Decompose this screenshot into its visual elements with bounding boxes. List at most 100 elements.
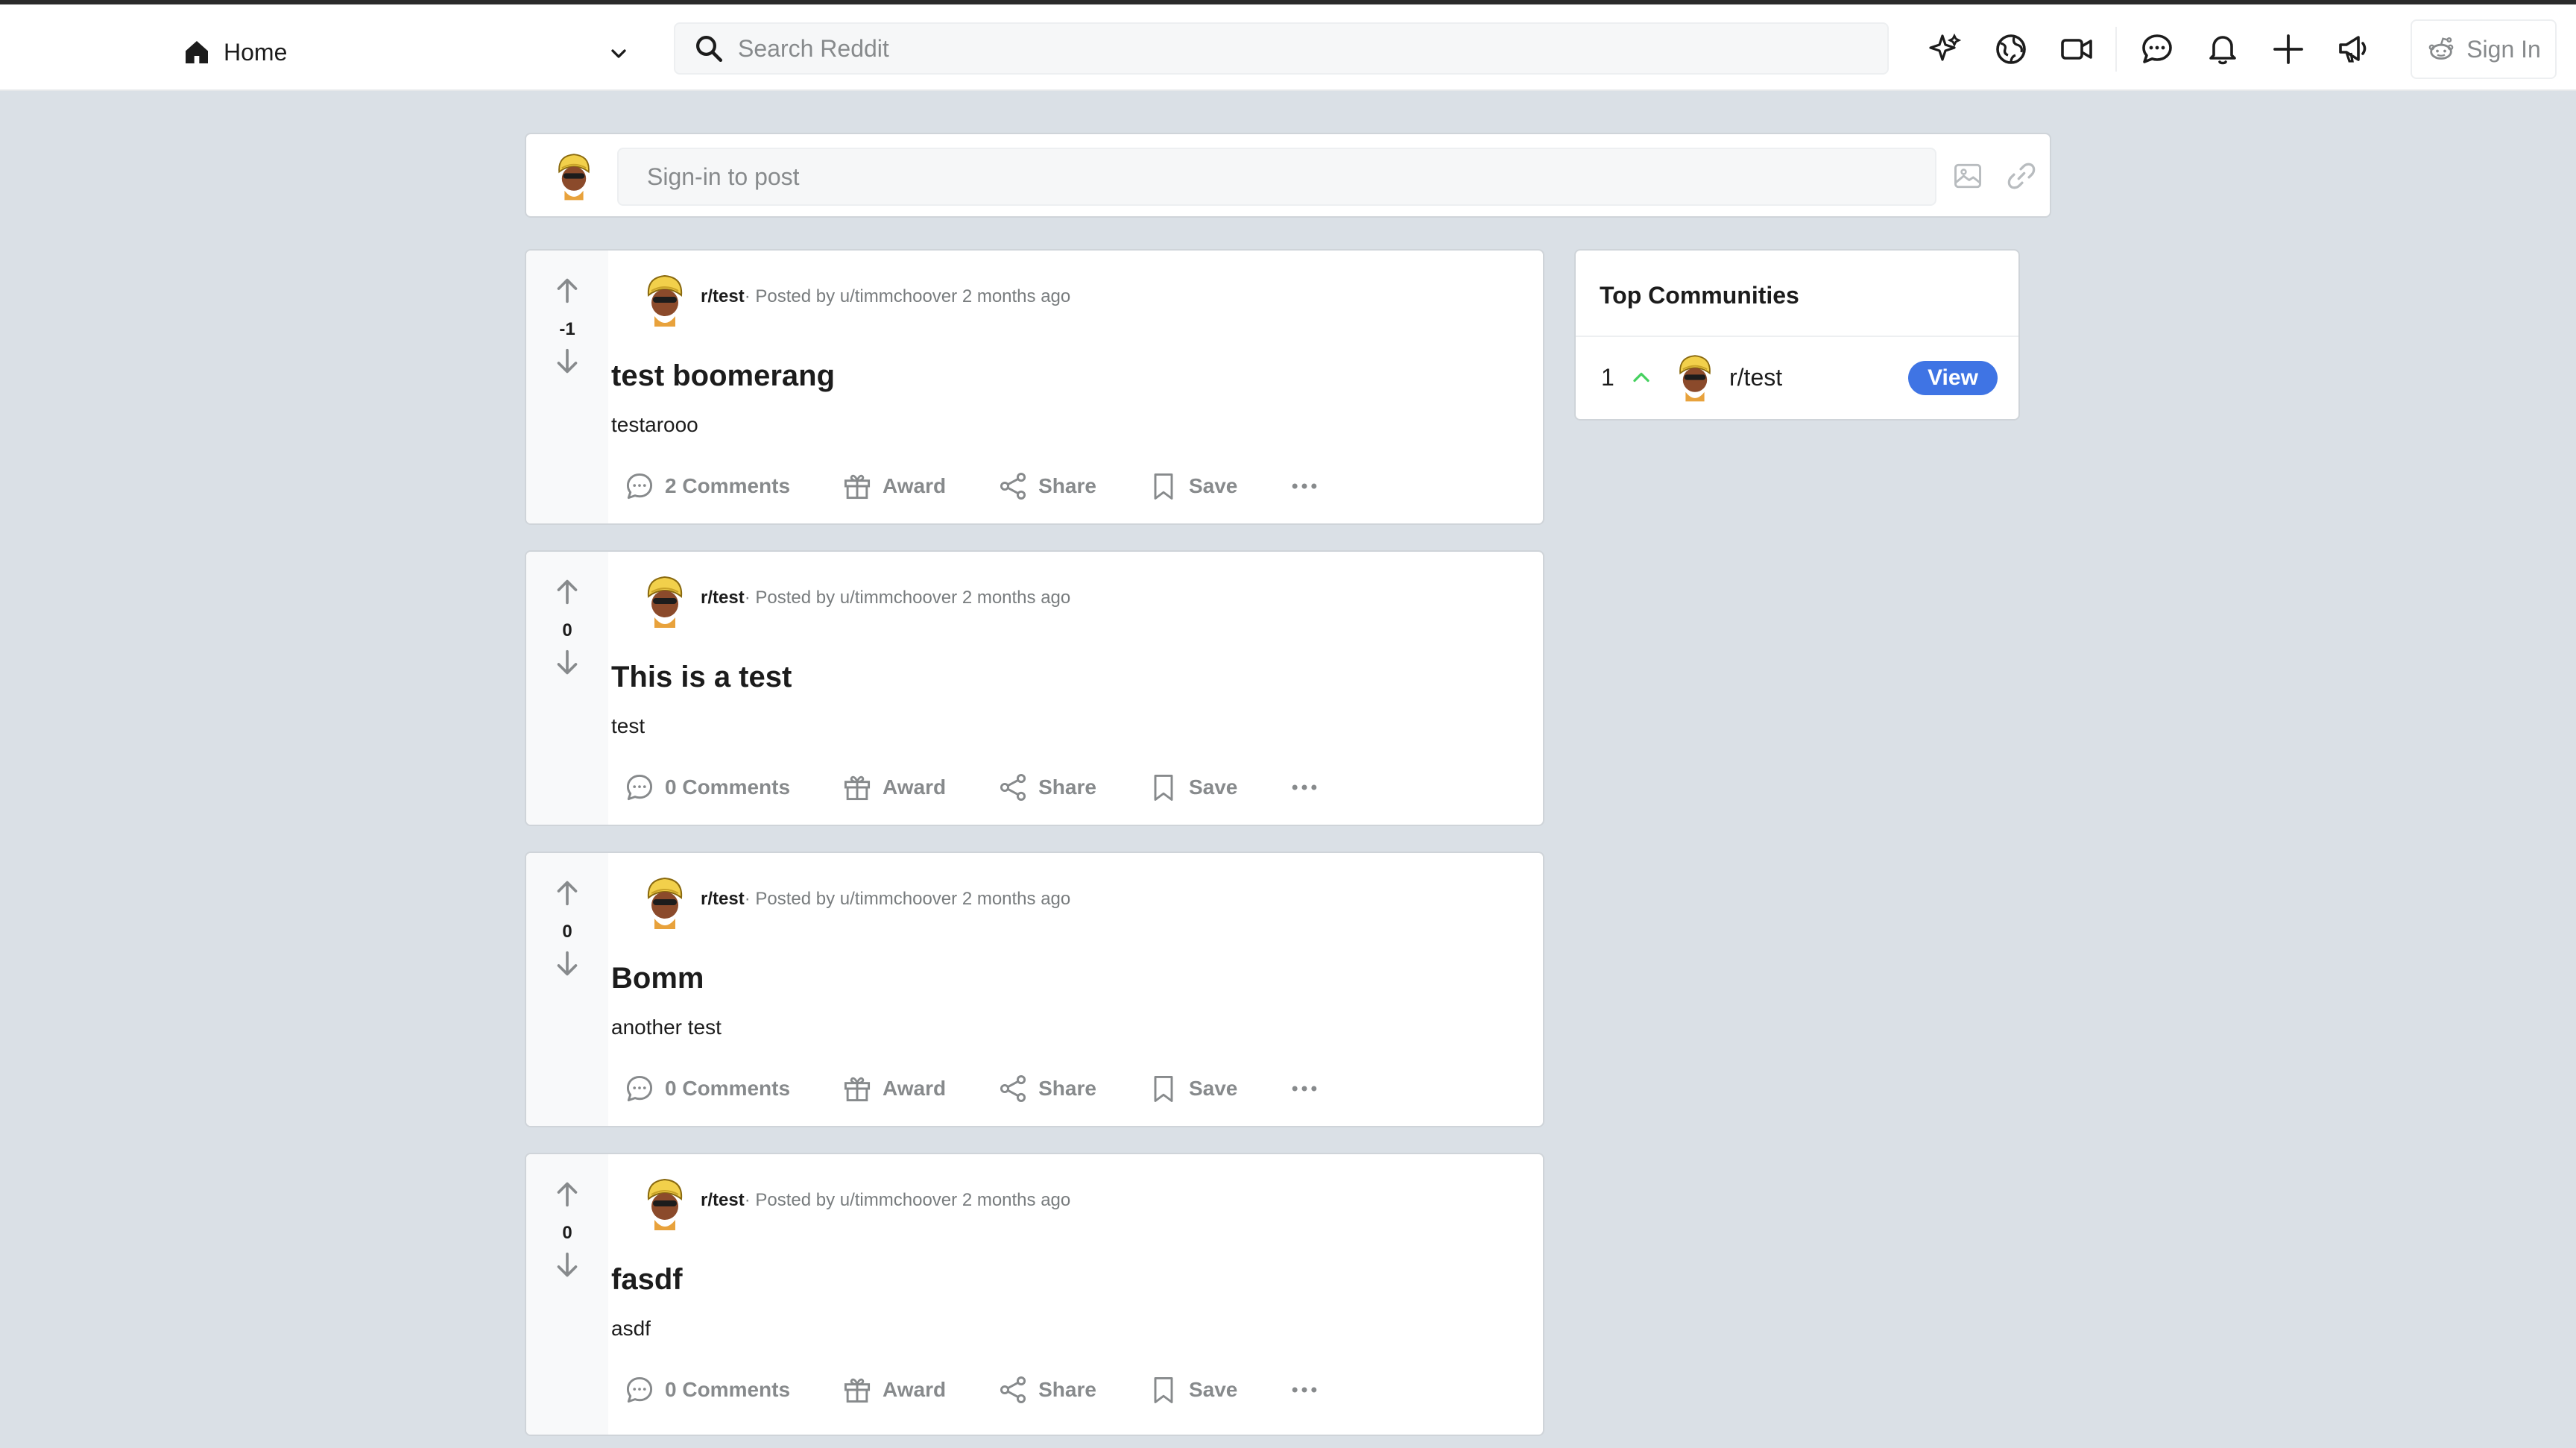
subreddit-link[interactable]: r/test: [701, 588, 745, 608]
post-card[interactable]: 0 r/test· Posted by u/timmchoover 2 mont…: [525, 550, 1544, 826]
save-button[interactable]: Save: [1147, 771, 1237, 804]
share-button[interactable]: Share: [997, 771, 1096, 804]
post-body: test: [611, 714, 645, 737]
author-link[interactable]: u/timmchoover: [840, 1190, 957, 1210]
community-name: r/test: [1729, 364, 1783, 391]
save-button[interactable]: Save: [1147, 470, 1237, 503]
more-options-button[interactable]: [1288, 1373, 1321, 1406]
downvote-arrow-icon[interactable]: [550, 947, 584, 981]
view-community-button[interactable]: View: [1908, 361, 1998, 395]
comments-button[interactable]: 0 Comments: [623, 1373, 790, 1406]
post-card[interactable]: -1 r/test· Posted by u/timmchoover 2 mon…: [525, 249, 1544, 525]
chevron-down-icon: [611, 49, 626, 58]
post-actions: 0 Comments Award Share Save: [623, 1370, 1321, 1409]
comment-icon: [626, 1376, 653, 1403]
post-title[interactable]: Bomm: [611, 962, 704, 995]
share-button[interactable]: Share: [997, 1072, 1096, 1105]
plus-icon[interactable]: [2270, 31, 2306, 67]
ellipsis-icon: [1292, 784, 1317, 790]
bookmark-icon: [1154, 774, 1173, 801]
comments-button[interactable]: 0 Comments: [623, 771, 790, 804]
post-actions: 0 Comments Award Share Save: [623, 768, 1321, 807]
share-label: Share: [1038, 1077, 1096, 1100]
megaphone-icon[interactable]: [2336, 31, 2372, 67]
link-icon[interactable]: [2005, 160, 2038, 192]
save-button[interactable]: Save: [1147, 1072, 1237, 1105]
save-label: Save: [1188, 1378, 1238, 1401]
share-icon: [1000, 774, 1026, 801]
image-icon[interactable]: [1951, 160, 1984, 192]
award-button[interactable]: Award: [841, 470, 946, 503]
posted-by-text: · Posted by: [744, 889, 840, 909]
search-bar: [674, 22, 1889, 75]
downvote-arrow-icon[interactable]: [550, 646, 584, 680]
share-button[interactable]: Share: [997, 470, 1096, 503]
more-options-button[interactable]: [1288, 470, 1321, 503]
subreddit-link[interactable]: r/test: [701, 889, 745, 909]
community-rank: 1: [1601, 364, 1614, 391]
bell-icon[interactable]: [2205, 31, 2241, 67]
post-card[interactable]: 0 r/test· Posted by u/timmchoover 2 mont…: [525, 1153, 1544, 1436]
post-time: 2 months ago: [962, 286, 1071, 306]
sign-in-button[interactable]: Sign In: [2411, 19, 2557, 79]
chat-icon[interactable]: [2139, 31, 2175, 67]
share-button[interactable]: Share: [997, 1373, 1096, 1406]
globe-icon[interactable]: [1993, 31, 2029, 67]
top-navigation-bar: Home Sign In: [0, 4, 2576, 91]
comments-button[interactable]: 0 Comments: [623, 1072, 790, 1105]
bookmark-icon: [1154, 1075, 1173, 1102]
post-meta: r/test· Posted by u/timmchoover 2 months…: [701, 286, 1070, 307]
post-body: another test: [611, 1016, 722, 1039]
upvote-arrow-icon[interactable]: [550, 875, 584, 910]
rank-up-icon: [1633, 372, 1650, 383]
post-meta: r/test· Posted by u/timmchoover 2 months…: [701, 889, 1070, 910]
user-avatar: [558, 154, 590, 201]
comments-button[interactable]: 2 Comments: [623, 470, 790, 503]
author-link[interactable]: u/timmchoover: [840, 588, 957, 608]
subreddit-avatar: [647, 1178, 683, 1230]
comments-label: 0 Comments: [665, 1077, 791, 1100]
ellipsis-icon: [1292, 1086, 1317, 1092]
community-row[interactable]: 1 r/test View: [1576, 337, 2018, 421]
author-link[interactable]: u/timmchoover: [840, 889, 957, 909]
subreddit-link[interactable]: r/test: [701, 1190, 745, 1210]
share-label: Share: [1038, 1378, 1096, 1401]
comments-label: 0 Comments: [665, 1378, 791, 1401]
award-button[interactable]: Award: [841, 1373, 946, 1406]
post-body: asdf: [611, 1317, 651, 1340]
create-post-input[interactable]: [617, 148, 1936, 206]
award-button[interactable]: Award: [841, 1072, 946, 1105]
award-button[interactable]: Award: [841, 771, 946, 804]
video-icon[interactable]: [2059, 31, 2094, 67]
ellipsis-icon: [1292, 1387, 1317, 1393]
author-link[interactable]: u/timmchoover: [840, 286, 957, 306]
gift-icon: [844, 474, 871, 500]
award-label: Award: [883, 1378, 947, 1401]
save-button[interactable]: Save: [1147, 1373, 1237, 1406]
downvote-arrow-icon[interactable]: [550, 1248, 584, 1282]
comment-icon: [626, 774, 653, 801]
share-icon: [1000, 1075, 1026, 1102]
post-title[interactable]: This is a test: [611, 661, 792, 694]
post-title[interactable]: fasdf: [611, 1263, 683, 1297]
more-options-button[interactable]: [1288, 1072, 1321, 1105]
posted-by-text: · Posted by: [744, 1190, 840, 1210]
header-divider: [2115, 27, 2117, 72]
upvote-arrow-icon[interactable]: [550, 1177, 584, 1211]
post-title[interactable]: test boomerang: [611, 359, 835, 393]
home-label: Home: [224, 38, 288, 66]
subreddit-avatar: [647, 877, 683, 929]
ellipsis-icon: [1292, 483, 1317, 489]
home-dropdown[interactable]: Home: [182, 28, 629, 76]
search-input[interactable]: [738, 34, 1856, 63]
post-card[interactable]: 0 r/test· Posted by u/timmchoover 2 mont…: [525, 852, 1544, 1127]
sparkle-icon[interactable]: [1928, 31, 1963, 67]
downvote-arrow-icon[interactable]: [550, 344, 584, 379]
more-options-button[interactable]: [1288, 771, 1321, 804]
posted-by-text: · Posted by: [744, 588, 840, 608]
gift-icon: [844, 1077, 871, 1102]
subreddit-link[interactable]: r/test: [701, 286, 745, 306]
upvote-arrow-icon[interactable]: [550, 574, 584, 608]
upvote-arrow-icon[interactable]: [550, 273, 584, 307]
sign-in-label: Sign In: [2466, 35, 2541, 63]
